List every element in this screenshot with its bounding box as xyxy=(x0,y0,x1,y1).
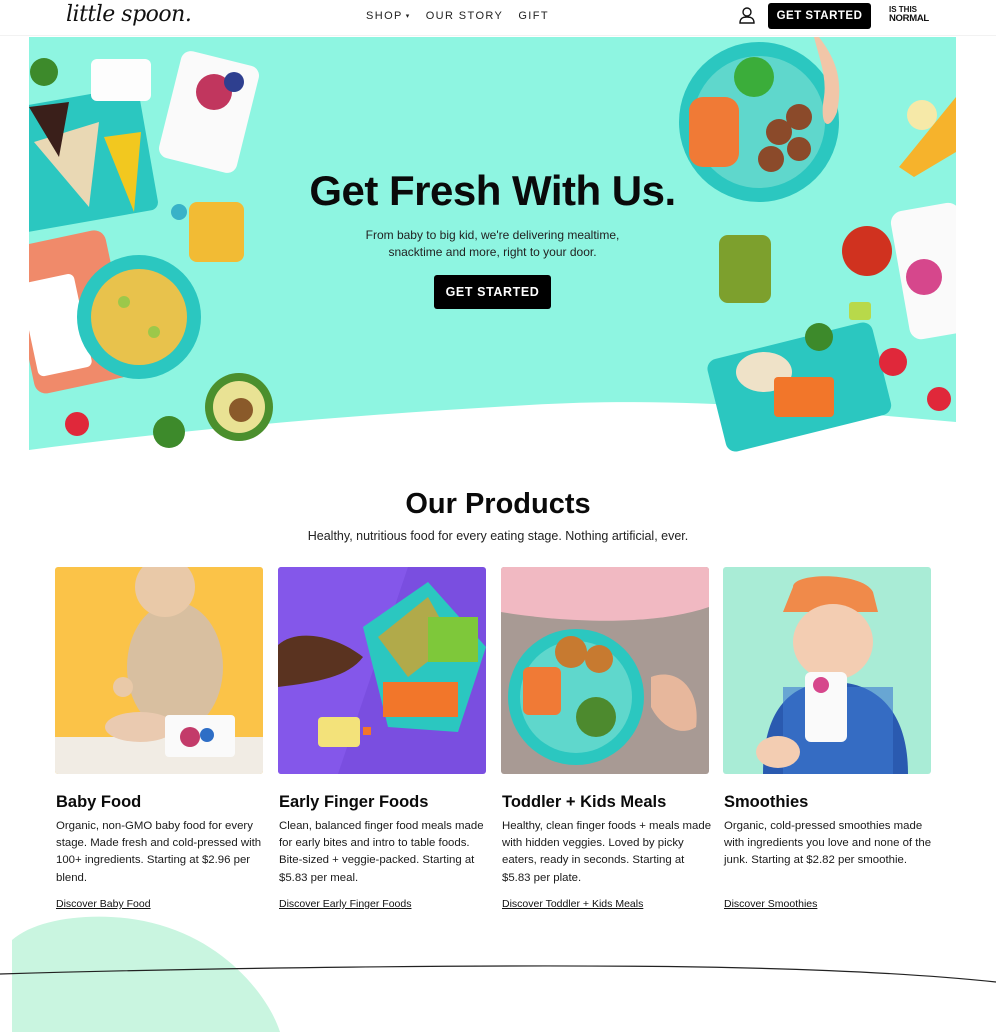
product-card-early-finger-foods: Early Finger Foods Clean, balanced finge… xyxy=(278,567,486,910)
hero-subtitle-line1: From baby to big kid, we're delivering m… xyxy=(365,228,620,242)
chevron-down-icon: ▾ xyxy=(405,13,411,20)
nav-gift-label: GIFT xyxy=(518,10,549,22)
decorative-shapes xyxy=(0,916,996,1032)
product-card-baby-food: Baby Food Organic, non-GMO baby food for… xyxy=(55,567,263,910)
hero-title: Get Fresh With Us. xyxy=(309,167,676,214)
early-finger-foods-image[interactable] xyxy=(278,567,486,774)
product-description: Organic, cold-pressed smoothies made wit… xyxy=(724,820,932,867)
products-subtitle: Healthy, nutritious food for every eatin… xyxy=(307,529,689,543)
badge-line2: NORMAL xyxy=(889,13,929,24)
nav-shop-label: SHOP xyxy=(366,10,403,22)
logo[interactable]: little spoon. xyxy=(66,2,192,27)
hero-subtitle: From baby to big kid, we're delivering m… xyxy=(29,227,956,261)
product-title: Early Finger Foods xyxy=(279,793,429,811)
site-header: little spoon. SHOP ▾ OUR STORY GIFT GET … xyxy=(0,0,996,36)
product-card-smoothies: Smoothies Organic, cold-pressed smoothie… xyxy=(723,567,931,910)
hero-get-started-button[interactable]: GET STARTED xyxy=(434,275,551,309)
nav-shop[interactable]: SHOP ▾ xyxy=(366,10,411,22)
nav-our-story[interactable]: OUR STORY xyxy=(426,10,504,22)
product-title: Toddler + Kids Meals xyxy=(502,793,667,811)
smoothies-image[interactable] xyxy=(723,567,931,774)
product-title: Smoothies xyxy=(724,793,809,811)
hero-banner: Get Fresh With Us. From baby to big kid,… xyxy=(29,37,956,452)
toddler-kids-meals-image[interactable] xyxy=(501,567,709,774)
baby-food-image[interactable] xyxy=(55,567,263,774)
account-icon[interactable] xyxy=(738,6,756,24)
nav-gift[interactable]: GIFT xyxy=(518,10,549,22)
product-card-toddler-kids-meals: Toddler + Kids Meals Healthy, clean fing… xyxy=(501,567,711,910)
products-title: Our Products xyxy=(405,488,591,520)
is-this-normal-link[interactable]: IS THIS NORMAL xyxy=(889,5,929,23)
main-nav: SHOP ▾ OUR STORY GIFT xyxy=(366,10,549,22)
product-description: Healthy, clean finger foods + meals made… xyxy=(502,820,712,884)
product-title: Baby Food xyxy=(56,793,142,811)
product-description: Clean, balanced finger food meals made f… xyxy=(279,820,484,884)
header-get-started-button[interactable]: GET STARTED xyxy=(768,3,871,29)
hero-subtitle-line2: snacktime and more, right to your door. xyxy=(388,245,597,259)
nav-our-story-label: OUR STORY xyxy=(425,10,504,22)
product-description: Organic, non-GMO baby food for every sta… xyxy=(56,820,262,884)
